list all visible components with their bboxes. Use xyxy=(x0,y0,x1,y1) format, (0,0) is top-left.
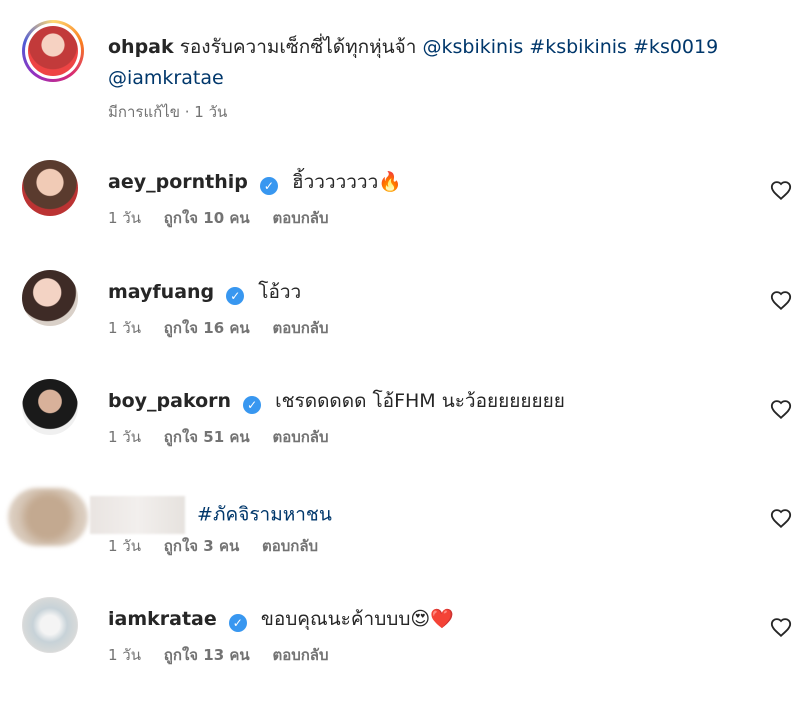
caption-text: ohpak รองรับความเซ็กซี่ได้ทุกหุ่นจ้า @ks… xyxy=(108,32,768,94)
heart-outline-icon[interactable] xyxy=(770,290,792,312)
post-caption: ohpak รองรับความเซ็กซี่ได้ทุกหุ่นจ้า @ks… xyxy=(22,20,782,130)
caption-meta: มีการแก้ไข · 1 วัน xyxy=(108,103,228,121)
caption-link-hashtag[interactable]: #ksbikinis xyxy=(529,36,627,58)
avatar[interactable] xyxy=(22,379,78,435)
comment-likes[interactable]: ถูกใจ 3 คน xyxy=(164,537,239,555)
comment-text: เชรดดดดด โอ้FHM นะว้อยยยยยยย xyxy=(275,390,565,412)
comment-username[interactable]: iamkratae xyxy=(108,608,217,630)
heart-outline-icon[interactable] xyxy=(770,399,792,421)
verified-badge-icon: ✓ xyxy=(228,614,247,632)
comment-text: ขอบคุณนะค้าบบบ xyxy=(260,608,411,630)
heart-outline-icon[interactable] xyxy=(770,180,792,202)
caption-body: รองรับความเซ็กซี่ได้ทุกหุ่นจ้า xyxy=(179,36,417,58)
comment-username[interactable]: mayfuang xyxy=(108,281,214,303)
reply-button[interactable]: ตอบกลับ xyxy=(272,428,328,446)
comment-text[interactable]: #ภัคจิรามหาชน xyxy=(197,504,332,526)
comment-time: 1 วัน xyxy=(108,209,141,227)
comment-likes[interactable]: ถูกใจ 16 คน xyxy=(164,319,250,337)
caption-link-mention[interactable]: @ksbikinis xyxy=(423,36,524,58)
comment-text: ฮิ้ววววววว xyxy=(291,171,379,193)
caption-link-mention[interactable]: @iamkratae xyxy=(108,67,224,89)
blurred-username xyxy=(90,496,185,534)
comment-time: 1 วัน xyxy=(108,646,141,664)
reply-button[interactable]: ตอบกลับ xyxy=(272,646,328,664)
avatar[interactable] xyxy=(8,488,88,546)
caption-link-hashtag[interactable]: #ks0019 xyxy=(633,36,718,58)
comment-likes[interactable]: ถูกใจ 10 คน xyxy=(164,209,250,227)
avatar[interactable] xyxy=(22,270,78,326)
reply-button[interactable]: ตอบกลับ xyxy=(272,209,328,227)
comment-item: mayfuang ✓ โอ้วว 1 วัน ถูกใจ 16 คน ตอบกล… xyxy=(22,270,792,362)
verified-badge-icon: ✓ xyxy=(243,396,262,414)
comment-item: boy_pakorn ✓ เชรดดดดด โอ้FHM นะว้อยยยยยย… xyxy=(22,379,792,471)
comment-username[interactable]: aey_pornthip xyxy=(108,171,248,193)
avatar[interactable] xyxy=(22,160,78,216)
comment-likes[interactable]: ถูกใจ 13 คน xyxy=(164,646,250,664)
comment-time: 1 วัน xyxy=(108,537,141,555)
comment-item: #ภัคจิรามหาชน 1 วัน ถูกใจ 3 คน ตอบกลับ xyxy=(8,488,792,580)
heart-outline-icon[interactable] xyxy=(770,508,792,530)
comment-emoji: 😍❤️ xyxy=(410,608,454,630)
comment-item: aey_pornthip ✓ ฮิ้ววววววว🔥 1 วัน ถูกใจ 1… xyxy=(22,160,792,252)
comment-emoji: 🔥 xyxy=(378,171,402,193)
comment-text: โอ้วว xyxy=(258,281,302,303)
heart-outline-icon[interactable] xyxy=(770,617,792,639)
comment-time: 1 วัน xyxy=(108,319,141,337)
verified-badge-icon: ✓ xyxy=(226,287,245,305)
avatar[interactable] xyxy=(22,597,78,653)
comment-username[interactable]: boy_pakorn xyxy=(108,390,231,412)
verified-badge-icon: ✓ xyxy=(259,177,278,195)
reply-button[interactable]: ตอบกลับ xyxy=(272,319,328,337)
caption-avatar[interactable] xyxy=(22,20,84,82)
reply-button[interactable]: ตอบกลับ xyxy=(262,537,318,555)
caption-username[interactable]: ohpak xyxy=(108,36,174,58)
comment-likes[interactable]: ถูกใจ 51 คน xyxy=(164,428,250,446)
comment-item: iamkratae ✓ ขอบคุณนะค้าบบบ😍❤️ 1 วัน ถูกใ… xyxy=(22,597,792,689)
comment-time: 1 วัน xyxy=(108,428,141,446)
